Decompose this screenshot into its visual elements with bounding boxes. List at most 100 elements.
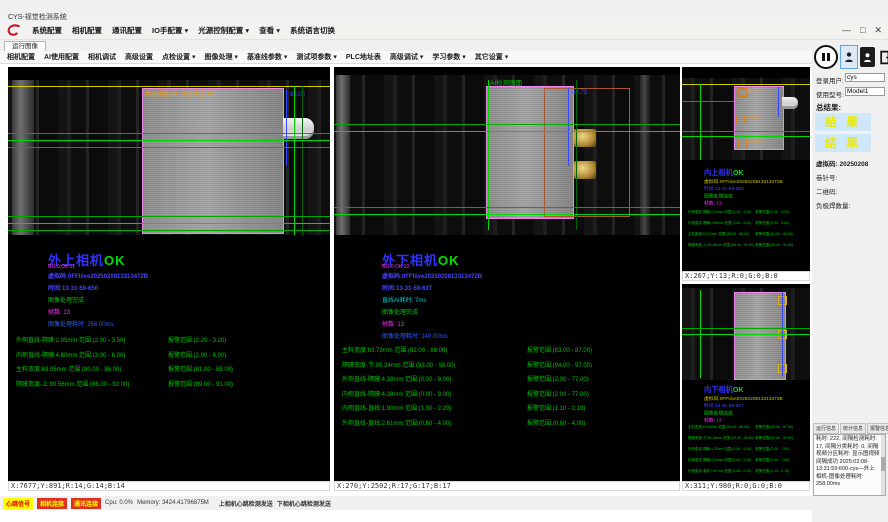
menu-item-comm-config[interactable]: 通讯配置 [112,25,142,36]
toolbar-baseline-params[interactable]: 基准线参数 ▾ [247,52,287,62]
alarm-range: 报警范围:(2.00 - 7.00) [755,457,789,462]
blue-measure-label: 83.73 [572,90,587,96]
camera-link-badge: 相机连接 [37,498,67,509]
machine-bright-band [12,80,34,235]
sidebar-buttons [814,45,888,69]
alarm-range: 报警范围:(89.00 - 91.00) [755,242,793,247]
user-button[interactable] [840,45,858,69]
product-region [142,88,284,234]
info-scrollbar[interactable] [881,435,885,495]
overlay-green-hline [682,131,810,132]
status-text: 图像处理完成 [704,409,810,416]
barcode-text: 虚拟码:0FFIiive2025020813313472B [48,271,148,280]
info-tab-alarm[interactable]: 报警信息 [867,423,888,434]
total-result-label: 总结果: [816,102,841,113]
heartbeat-badge: 心跳信号 [3,498,33,509]
connector-part [782,97,798,109]
qr-code-label: 二维码: [816,186,837,196]
model-label: 使用型号: [816,89,844,99]
menu-item-camera-config[interactable]: 相机配置 [72,25,102,36]
measurement-value: 隔膜宽度-下:95.18mm 范围:(93.00 - 98.00) [688,435,754,440]
toolbar-camera-config[interactable]: 相机配置 [7,52,35,62]
measurement-row: 外侧直线-隔膜:2.95mm 范围:(2.00 - 3.50)报警范围:(2.2… [16,335,326,350]
alarm-range: 报警范围:(83.00 - 87.00) [755,424,793,429]
measurement-row: 主料宽度:83.05mm 范围:(80.00 - 86.00)报警范围:(81.… [16,364,326,379]
measurement-value: 内侧直线-隔膜:4.38mm 范围:(0.00 - 9.00) [342,389,451,398]
operator-button[interactable] [860,47,875,67]
close-button[interactable]: ✕ [874,25,882,36]
info-tab-stats[interactable]: 统计信息 [840,423,866,434]
machine-bright-band [336,75,350,235]
alarm-range: 报警范围:(0.60 - 4.00) [527,418,585,427]
control-sidebar: 登录用户: 使用型号: 总结果: 结 果 结 果 虚拟码: 20250208 卷… [812,40,888,522]
weld-count-label: 负极焊数量: [816,200,850,210]
elapsed-text: 图像处理耗时: 140.00ms [382,331,448,340]
toolbar-plc-table[interactable]: PLC地址表 [346,52,381,62]
overlay-blue-line [286,90,287,165]
alarm-range: 报警范围:(1.10 - 2.10) [527,403,585,412]
menu-bar: 系统配置 相机配置 通讯配置 IO手配置 ▾ 光源控制配置 ▾ 查看 ▾ 系统语… [0,22,888,40]
maximize-button[interactable]: □ [860,25,865,36]
overlay-green-vline [294,86,295,235]
status-bar: 心跳信号 相机连接 通讯连接 Cpu: 0.0% Memory: 3424.41… [0,496,888,510]
info-log-box: 耗时: 222, 间隔检测耗时: 17, 间隔分类耗时: 0, 间隔视频分区耗时… [813,434,886,496]
menu-item-light-config[interactable]: 光源控制配置 ▾ [198,25,249,36]
machine-bright-band [640,75,650,235]
connector-part [283,118,314,139]
coordinate-bar: X:270;Y:2502;R:17;G:17;B:17 [334,481,680,491]
measurement-value: 外侧直线-隔膜:4.32mm 范围:(0.00 - 9.00) [688,446,751,451]
login-user-input[interactable] [845,73,885,82]
toolbar-ai-usage[interactable]: AI使用配置 [44,52,79,62]
info-tab-run[interactable]: 运行信息 [813,423,839,434]
ai-time-text: 直线AI耗时: 7ms [382,295,426,304]
toolbar-advanced-debug[interactable]: 高级调试 ▾ [390,52,423,62]
measurement-row: 内侧直线-隔膜:4.38mm 范围:(0.00 - 9.00)报警范围:(2.0… [342,389,676,404]
menu-item-io-config[interactable]: IO手配置 ▾ [152,25,188,36]
measurement-row: 隔膜宽度-下:95.24mm 范围:(93.00 - 98.00)报警范围:(9… [342,360,676,375]
measurement-value: 主料宽度:83.73mm 范围:(82.00 - 88.00) [342,345,447,354]
scrollbar-thumb[interactable] [881,457,885,471]
time-text: 时间:13-31-59-627 [704,402,810,409]
needle-number-label: 卷针号: [816,172,837,182]
title-bar: CYS-视觉检测系统 [0,0,888,22]
measurement-row: 外侧直线-直线:2.61mm 范围:(0.60 - 4.00)报警范围:(0.6… [342,418,676,433]
measurement-value: 主料宽度:83.12mm 范围:(80.00 - 86.00) [688,231,749,236]
measurement-row: 隔膜宽度-下:95.18mm 范围:(93.00 - 98.00)报警范围:(9… [688,435,810,446]
pause-button[interactable] [814,45,838,69]
overlay-green-hline [8,147,330,148]
alarm-range: 报警范围:(2.20 - 3.20) [755,209,789,214]
measurement-row: 内侧直线-隔膜:4.60mm 范围:(3.00 - 6.00)报警范围:(2.0… [16,350,326,365]
menu-item-system-config[interactable]: 系统配置 [32,25,62,36]
measurement-value: 内侧直线-直线:1.90mm 范围:(1.00 - 2.20) [342,403,451,412]
menu-item-view[interactable]: 查看 ▾ [259,25,280,36]
toolbar-camera-debug[interactable]: 相机调试 [88,52,116,62]
toolbar-image-processing[interactable]: 图像处理 ▾ [204,52,237,62]
toolbar-spot-check[interactable]: 点检设置 ▾ [162,52,195,62]
alarm-range: 报警范围:(2.00 - 7.00) [755,446,789,451]
exit-button[interactable] [877,47,888,68]
toolbar-learning-params[interactable]: 学习参数 ▾ [432,52,465,62]
measurement-value: 外侧直线-隔膜:2.95mm 范围:(2.00 - 3.50) [16,335,125,344]
window-title: CYS-视觉检测系统 [8,12,67,22]
overlay-green-hline [8,140,330,141]
ng-ok-counter: NG:0;OK:10 [382,264,409,270]
toolbar-other-settings[interactable]: 其它设置 ▾ [475,52,508,62]
overlay-yellow-line [682,84,810,85]
roi-label: 239.8,13.1 [744,116,761,120]
toolbar-advanced-settings[interactable]: 高级设置 [125,52,153,62]
minimize-button[interactable]: — [842,25,851,36]
measurement-rows: 主料宽度:83.73mm 范围:(82.00 - 88.00)报警范围:(83.… [342,345,676,432]
heartbeat-down-text: 下相机心跳检测发送 [277,499,331,508]
ng-ok-counter: NG:0;OK:11 [48,264,75,270]
model-input[interactable] [845,87,885,96]
menu-item-language-switch[interactable]: 系统语言切换 [290,25,335,36]
overlay-green-hline [8,216,330,217]
overlay-green-hline [8,133,330,134]
memory-text: Memory: 3424.41796875M [137,500,209,506]
time-text: 时间:13-31-59-627 [382,283,432,292]
overlay-green-vline [302,86,303,235]
app-window: CYS-视觉检测系统 系统配置 相机配置 通讯配置 IO手配置 ▾ 光源控制配置… [0,0,888,522]
toolbar-test-params[interactable]: 测试项参数 ▾ [296,52,336,62]
alarm-range: 报警范围:(81.00 - 85.00) [168,364,233,373]
status-text: 图像处理完成 [48,295,84,304]
